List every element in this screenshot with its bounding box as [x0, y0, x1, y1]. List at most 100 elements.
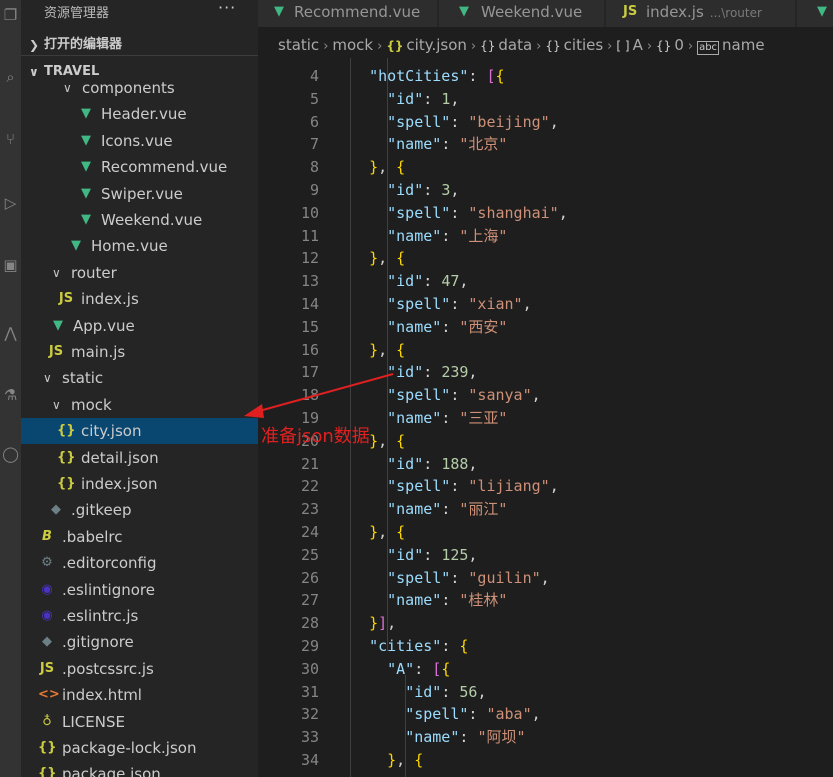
code-line: 17 "id": 239,	[258, 361, 833, 384]
tab-router-index[interactable]: JS index.js ...\router	[606, 0, 796, 27]
tree-item-label: .editorconfig	[62, 554, 157, 573]
tab-label: index.js ...\router	[646, 3, 762, 21]
testing-icon[interactable]: ⚗	[0, 384, 21, 406]
tree-item[interactable]: ▼ Recommend.vue	[21, 154, 258, 180]
tab-overflow[interactable]: ▼	[797, 0, 833, 27]
tree-item[interactable]: JS main.js	[21, 339, 258, 365]
tree-item[interactable]: ▼ Icons.vue	[21, 128, 258, 154]
chevron-down-icon[interactable]: ∨	[52, 260, 61, 286]
tree-item[interactable]: ▼ Home.vue	[21, 233, 258, 259]
code-line: 10 "spell": "shanghai",	[258, 202, 833, 225]
code-line: 25 "id": 125,	[258, 544, 833, 567]
tree-item[interactable]: {} package.json	[21, 761, 258, 777]
tab-recommend[interactable]: ▼ Recommend.vue	[258, 0, 438, 27]
tree-item[interactable]: ∨ router	[21, 260, 258, 286]
chevron-down-icon[interactable]: ∨	[43, 365, 52, 391]
code-text: "spell": "sanya",	[387, 386, 541, 405]
code-editor[interactable]: 4 "hotCities": [{5 "id": 1, 6 "spell": "b…	[258, 58, 833, 777]
tree-item[interactable]: {} city.json	[21, 418, 258, 445]
crumb-a[interactable]: A	[633, 32, 643, 58]
crumb-static[interactable]: static	[278, 32, 319, 58]
line-number: 32	[300, 705, 319, 724]
crumb-data[interactable]: data	[498, 32, 532, 58]
crumb-name[interactable]: name	[722, 32, 765, 58]
code-text: "name": "三亚"	[387, 409, 508, 427]
search-icon[interactable]: ⌕	[0, 66, 21, 88]
tree-item[interactable]: ▼ App.vue	[21, 313, 258, 339]
more-actions-icon[interactable]: ···	[218, 0, 236, 17]
tree-item[interactable]: B .babelrc	[21, 524, 258, 550]
vue-icon: ▼	[81, 106, 91, 122]
tab-weekend[interactable]: ▼ Weekend.vue	[439, 0, 605, 27]
code-line: 31 "id": 56,	[258, 681, 833, 704]
explorer-icon[interactable]: ❐	[0, 4, 21, 26]
line-number: 26	[300, 568, 319, 587]
line-number: 5	[309, 89, 319, 108]
code-line: 6 "spell": "beijing",	[258, 111, 833, 134]
annotation-text: 准备json数据	[261, 426, 370, 447]
tree-item[interactable]: {} detail.json	[21, 445, 258, 471]
line-number: 9	[309, 181, 319, 199]
open-editors-section[interactable]: ❯ 打开的编辑器	[21, 34, 258, 56]
line-number: 21	[300, 454, 319, 473]
code-line: 33 "name": "阿坝"	[258, 726, 833, 749]
code-text: }, {	[387, 751, 424, 769]
vue-icon: ▼	[53, 317, 63, 333]
tree-item-label: static	[62, 369, 104, 388]
tree-item[interactable]: JS index.js	[21, 286, 258, 312]
code-text: "id": 239,	[387, 363, 478, 382]
tree-item[interactable]: ▼ Weekend.vue	[21, 207, 258, 233]
crumb-cities[interactable]: cities	[564, 32, 604, 58]
js-icon: JS	[39, 660, 55, 676]
crumb-mock[interactable]: mock	[332, 32, 373, 58]
tree-item[interactable]: ◆ .gitkeep	[21, 497, 258, 523]
chevron-right-icon: ›	[377, 39, 383, 54]
tree-item-label: Home.vue	[91, 237, 168, 256]
tree-item-label: detail.json	[81, 448, 159, 467]
tree-item[interactable]: {} index.json	[21, 471, 258, 497]
code-text: "id": 47,	[387, 272, 469, 291]
code-text: "name": "桂林"	[387, 591, 508, 610]
tree-item[interactable]: ♁ LICENSE	[21, 709, 258, 735]
code-text: "spell": "shanghai",	[387, 203, 568, 222]
tree-item[interactable]: ∨ static	[21, 365, 258, 391]
run-debug-icon[interactable]: ▷	[0, 192, 21, 214]
vue-icon: ▼	[81, 159, 91, 175]
crumb-file[interactable]: city.json	[406, 32, 466, 58]
chevron-down-icon[interactable]: ∨	[52, 392, 61, 418]
tree-item[interactable]: ◉ .eslintignore	[21, 577, 258, 603]
tree-item[interactable]: ◉ .eslintrc.js	[21, 603, 258, 629]
line-number: 24	[300, 523, 319, 541]
tree-item[interactable]: JS .postcssrc.js	[21, 656, 258, 682]
gear-icon: ⚙	[41, 555, 53, 571]
tree-item[interactable]: ∨ mock	[21, 392, 258, 418]
tree-item[interactable]: ◆ .gitignore	[21, 629, 258, 655]
tree-item-label: Recommend.vue	[101, 158, 228, 177]
line-number: 8	[309, 158, 319, 177]
tree-item[interactable]: ⚙ .editorconfig	[21, 550, 258, 576]
tree-item[interactable]: <> index.html	[21, 682, 258, 708]
line-number: 29	[300, 637, 319, 655]
tree-item[interactable]: ▼ Header.vue	[21, 101, 258, 127]
crumb-index[interactable]: 0	[674, 32, 684, 58]
remote-icon[interactable]: ⋀	[0, 322, 21, 344]
code-text: "name": "西安"	[387, 317, 508, 336]
tree-item[interactable]: {} package-lock.json	[21, 735, 258, 761]
tree-item[interactable]: ∨ components	[21, 75, 258, 101]
tab-label: Weekend.vue	[481, 3, 583, 21]
extensions-icon[interactable]: ▣	[0, 254, 21, 276]
line-number: 17	[300, 363, 319, 382]
json-icon: {}	[57, 423, 76, 439]
line-number: 33	[300, 728, 319, 747]
account-icon[interactable]: ◯	[0, 443, 21, 465]
array-icon: [ ]	[616, 39, 630, 53]
chevron-down-icon[interactable]: ∨	[63, 75, 72, 101]
tree-item-label: index.json	[81, 475, 158, 493]
license-icon: ♁	[42, 713, 52, 729]
string-icon: abc	[697, 41, 720, 55]
code-line: 27 "name": "桂林"	[258, 589, 833, 612]
source-control-icon[interactable]: ⑂	[0, 128, 21, 150]
json-icon: {}	[38, 740, 57, 755]
tree-item[interactable]: ▼ Swiper.vue	[21, 181, 258, 207]
line-number: 12	[300, 249, 319, 268]
